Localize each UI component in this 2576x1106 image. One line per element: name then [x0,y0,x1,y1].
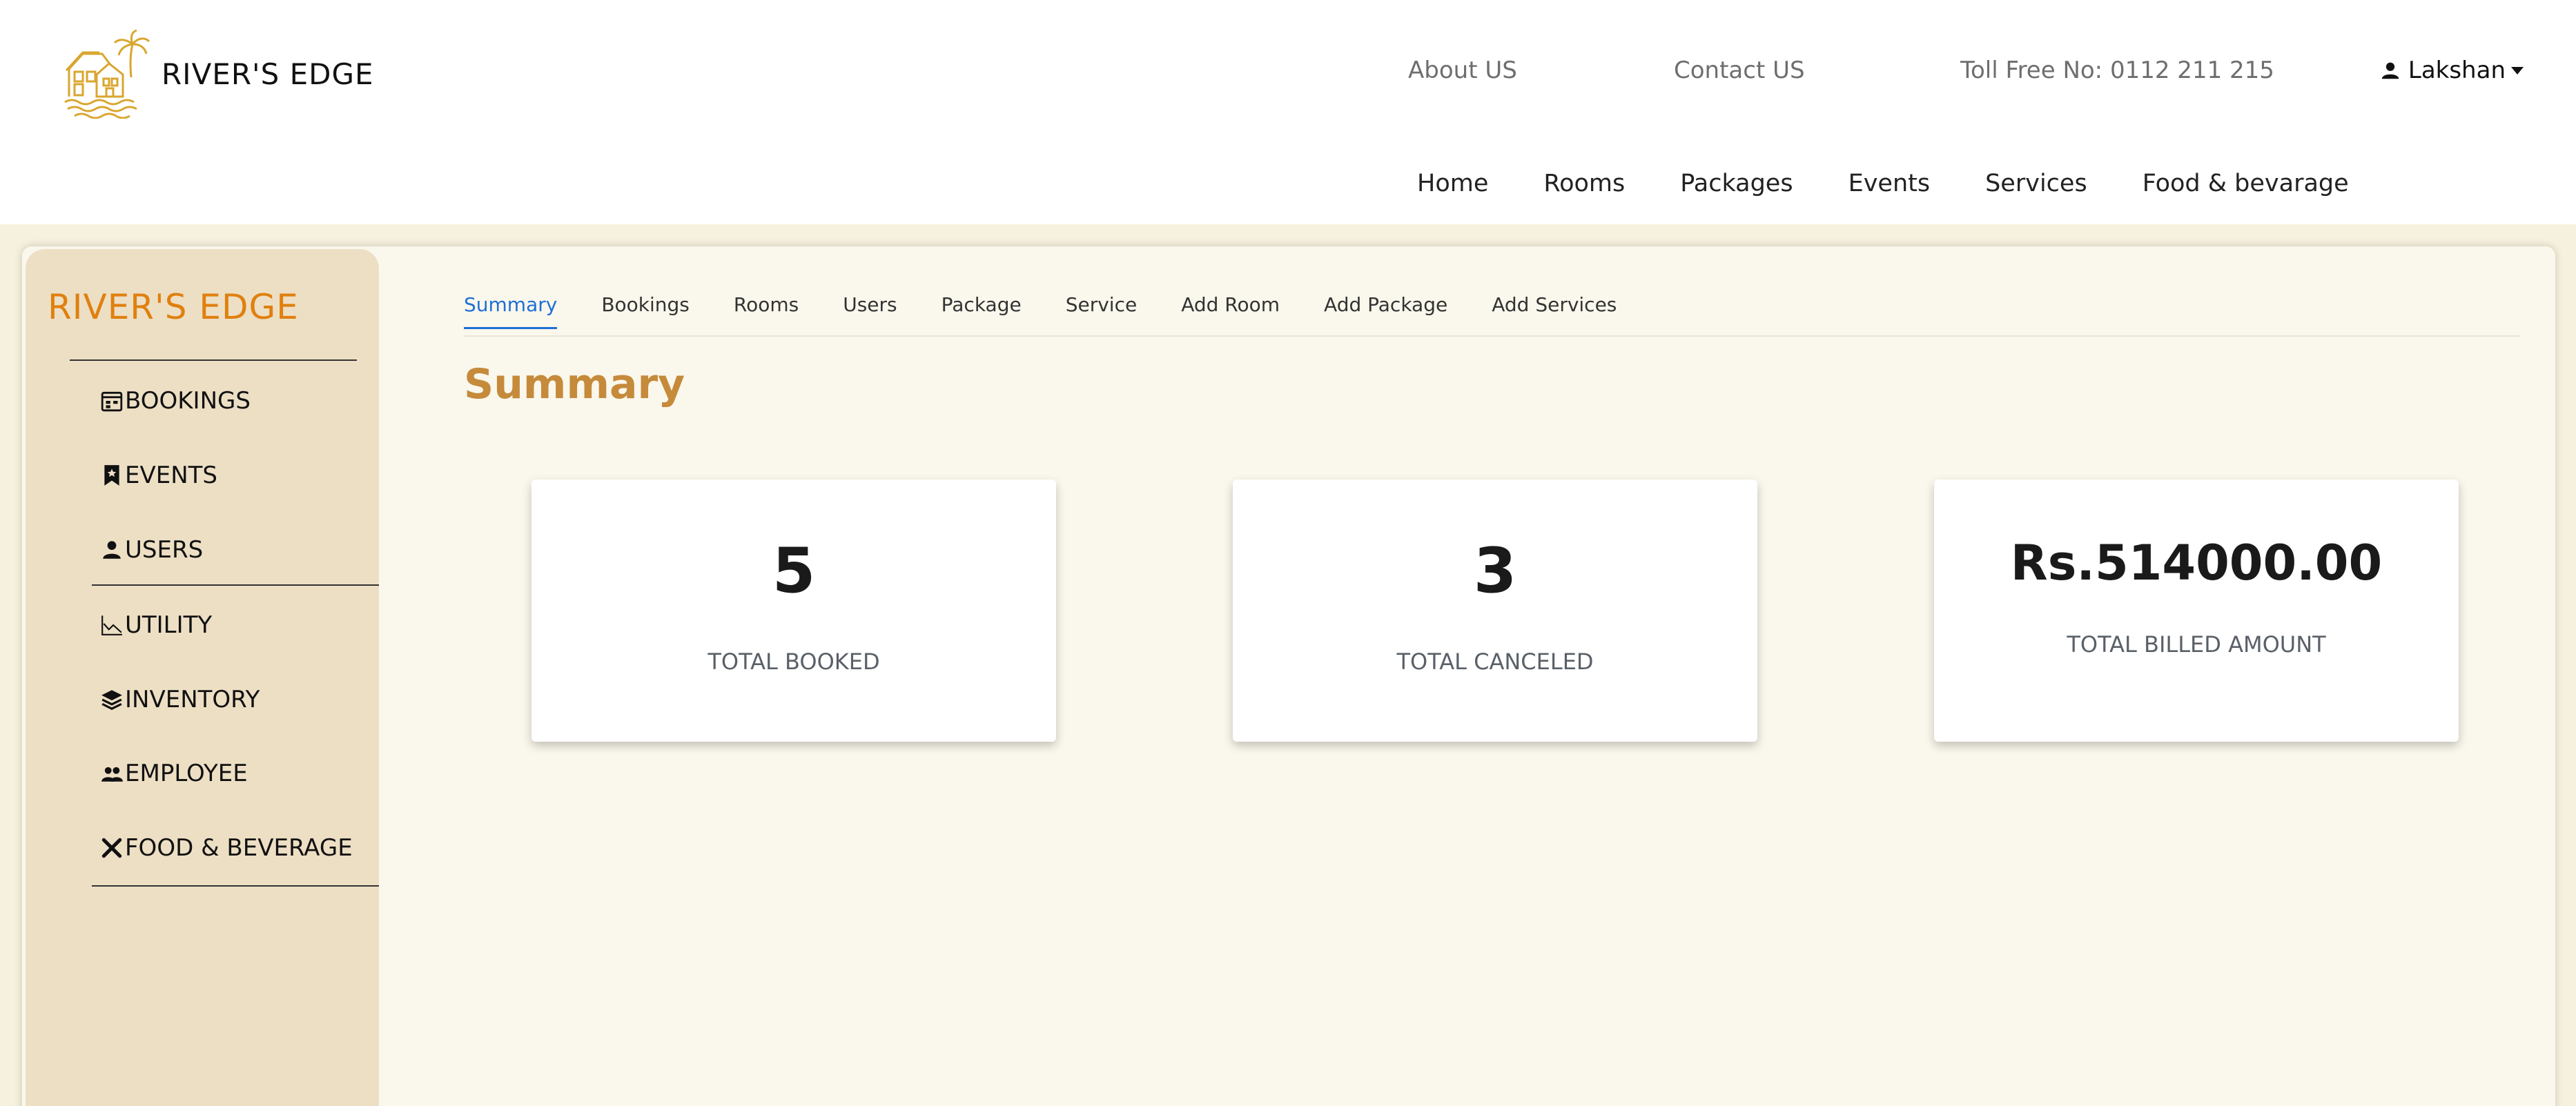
nav-home[interactable]: Home [1417,170,1488,197]
nav-services[interactable]: Services [1985,170,2087,197]
sidebar-item-users[interactable]: USERS [100,536,203,564]
sidebar-item-label: USERS [125,536,204,564]
nav-events[interactable]: Events [1848,170,1931,197]
tab-add-package[interactable]: Add Package [1324,293,1447,327]
top-header: RIVER'S EDGE About US Contact US Toll Fr… [0,0,2576,224]
tab-add-room[interactable]: Add Room [1181,293,1280,327]
calendar-icon [101,391,123,412]
toll-free-number: Toll Free No: 0112 211 215 [1960,57,2274,84]
sidebar-item-label: EVENTS [125,462,218,489]
admin-sidebar: RIVER'S EDGE BOOKINGS EVENTS USERS UTILI… [26,249,379,1106]
stat-label: TOTAL CANCELED [1396,649,1594,675]
sidebar-item-label: BOOKINGS [125,387,251,415]
sidebar-item-label: INVENTORY [125,686,260,713]
tab-bookings[interactable]: Bookings [601,293,690,327]
about-us-link[interactable]: About US [1408,57,1517,84]
sidebar-item-label: EMPLOYEE [125,760,248,787]
stat-value: 3 [1473,535,1517,607]
sidebar-item-food-beverage[interactable]: FOOD & BEVERAGE [100,834,353,862]
stat-label: TOTAL BILLED AMOUNT [2067,631,2326,658]
tab-service[interactable]: Service [1066,293,1137,327]
tab-package[interactable]: Package [941,293,1022,327]
bookmark-icon [104,465,119,486]
sidebar-item-bookings[interactable]: BOOKINGS [100,387,251,415]
nav-food-beverage[interactable]: Food & bevarage [2143,170,2349,197]
utensils-icon [101,838,122,858]
tab-summary[interactable]: Summary [464,293,558,329]
resort-logo-icon [64,29,150,119]
sidebar-item-inventory[interactable]: INVENTORY [100,686,260,713]
sidebar-title: RIVER'S EDGE [48,287,299,327]
stat-card-total-canceled: 3 TOTAL CANCELED [1233,480,1757,742]
contact-us-link[interactable]: Contact US [1674,57,1805,84]
user-icon [103,541,121,559]
people-icon [101,767,123,782]
brand[interactable]: RIVER'S EDGE [64,29,374,119]
stat-card-total-booked: 5 TOTAL BOOKED [531,480,1056,742]
sidebar-divider [70,359,357,361]
sidebar-item-label: UTILITY [125,611,213,639]
user-icon [2381,62,2399,79]
tab-users[interactable]: Users [843,293,897,327]
stat-value: 5 [772,535,816,607]
dashboard-tabs: Summary Bookings Rooms Users Package Ser… [464,293,1661,335]
stat-label: TOTAL BOOKED [708,649,880,675]
user-name: Lakshan [2408,57,2506,84]
user-menu-dropdown[interactable]: Lakshan [2381,57,2524,84]
stat-value: Rs.514000.00 [2010,535,2383,591]
layers-icon [101,690,122,710]
main-nav: Home Rooms Packages Events Services Food… [1417,170,2404,197]
page-title: Summary [464,360,685,408]
sidebar-item-utility[interactable]: UTILITY [100,611,212,639]
caret-down-icon [2511,66,2524,75]
sidebar-item-events[interactable]: EVENTS [100,462,217,489]
tabs-divider [464,335,2521,337]
stat-card-total-billed: Rs.514000.00 TOTAL BILLED AMOUNT [1934,480,2459,742]
sidebar-item-label: FOOD & BEVERAGE [125,834,353,862]
tab-rooms[interactable]: Rooms [734,293,799,327]
sidebar-item-employee[interactable]: EMPLOYEE [100,760,248,787]
sidebar-divider [92,584,379,586]
sidebar-divider [92,885,379,887]
nav-packages[interactable]: Packages [1680,170,1793,197]
brand-name: RIVER'S EDGE [162,57,374,91]
chart-icon [101,615,122,635]
tab-add-services[interactable]: Add Services [1492,293,1617,327]
nav-rooms[interactable]: Rooms [1543,170,1625,197]
